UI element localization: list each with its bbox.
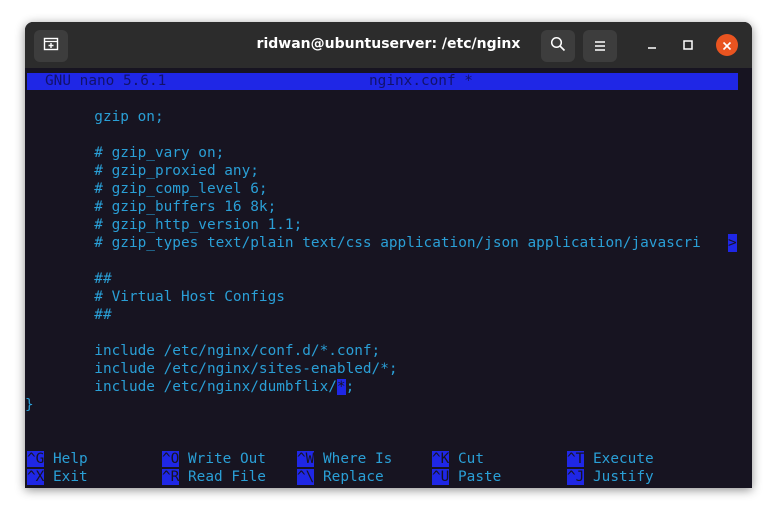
shortcut-cut[interactable]: ^K Cut [432,450,484,468]
shortcut-justify[interactable]: ^J Justify [567,468,654,486]
shortcut-write-out[interactable]: ^O Write Out [162,450,266,468]
minimize-icon [646,36,658,55]
shortcut-label: Help [53,451,88,467]
close-icon [722,36,732,55]
shortcut-replace[interactable]: ^\ Replace [297,468,384,486]
editor-line: # gzip_buffers 16 8k; [25,199,277,215]
editor-line: include /etc/nginx/sites-enabled/*; [25,361,398,377]
cursor-after-text: ; [345,379,355,395]
editor-line-current: include /etc/nginx/dumbflix/*; [25,378,354,396]
shortcut-label: Paste [458,469,502,485]
shortcut-label: Replace [323,469,384,485]
shortcut-key: ^T [567,451,585,467]
maximize-button[interactable] [678,35,698,55]
shortcut-label: Write Out [188,451,266,467]
nano-header-bar: GNU nano 5.6.1 nginx.conf * [27,73,738,90]
terminal-window: ridwan@ubuntuserver: /etc/nginx GNU nano… [25,22,752,488]
shortcut-read-file[interactable]: ^R Read File [162,468,266,486]
line-truncation-marker: > [728,234,737,252]
shortcut-label: Justify [593,469,654,485]
menu-button[interactable] [583,30,617,62]
shortcut-label: Cut [458,451,484,467]
minimize-button[interactable] [642,35,662,55]
shortcut-label: Read File [188,469,266,485]
editor-line: # gzip_proxied any; [25,163,259,179]
shortcut-label: Exit [53,469,88,485]
shortcut-where-is[interactable]: ^W Where Is [297,450,392,468]
titlebar: ridwan@ubuntuserver: /etc/nginx [25,22,752,68]
shortcut-help[interactable]: ^G Help [27,450,88,468]
editor-line: # gzip_types text/plain text/css applica… [25,235,701,251]
shortcut-exit[interactable]: ^X Exit [27,468,88,486]
shortcut-label: Where Is [323,451,393,467]
editor-line: # gzip_comp_level 6; [25,181,268,197]
shortcut-key: ^K [432,451,450,467]
shortcut-key: ^X [27,469,45,485]
shortcut-key: ^R [162,469,180,485]
editor-line: ## [25,307,112,323]
terminal-content[interactable]: GNU nano 5.6.1 nginx.conf * gzip on; # g… [25,68,752,488]
shortcut-execute[interactable]: ^T Execute [567,450,654,468]
file-name: nginx.conf * [369,73,473,89]
shortcut-key: ^G [27,451,45,467]
shortcut-key: ^J [567,469,585,485]
shortcut-key: ^W [297,451,315,467]
text-cursor: * [336,379,346,395]
shortcut-label: Execute [593,451,654,467]
editor-line: } [25,397,34,413]
search-icon [550,36,566,56]
shortcut-paste[interactable]: ^U Paste [432,468,501,486]
current-line-text: include /etc/nginx/dumbflix/ [25,379,337,395]
editor-line: # Virtual Host Configs [25,289,285,305]
maximize-icon [682,36,694,55]
hamburger-menu-icon [593,37,607,56]
close-button[interactable] [716,34,738,56]
editor-line: gzip on; [25,109,164,125]
shortcut-key: ^O [162,451,180,467]
shortcut-key: ^\ [297,469,315,485]
shortcut-key: ^U [432,469,450,485]
search-button[interactable] [541,30,575,62]
editor-line: # gzip_vary on; [25,145,225,161]
nano-version: GNU nano 5.6.1 [45,73,167,89]
editor-line: # gzip_http_version 1.1; [25,217,303,233]
editor-line: include /etc/nginx/conf.d/*.conf; [25,343,381,359]
editor-line: ## [25,271,112,287]
